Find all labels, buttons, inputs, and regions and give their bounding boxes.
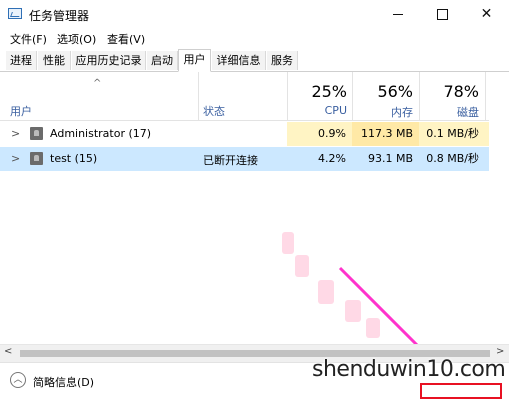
scroll-thumb[interactable] — [20, 350, 490, 357]
scroll-right-icon[interactable]: > — [496, 346, 504, 357]
pointer-arrow-annotation — [338, 266, 442, 372]
site-watermark: shenduwin10.com — [312, 357, 506, 382]
scroll-left-icon[interactable]: < — [4, 346, 12, 357]
collapse-chevron-icon[interactable]: ︿ — [10, 372, 26, 388]
disconnect-button-highlight[interactable] — [420, 383, 502, 399]
less-details-link[interactable]: 简略信息(D) — [33, 374, 94, 390]
